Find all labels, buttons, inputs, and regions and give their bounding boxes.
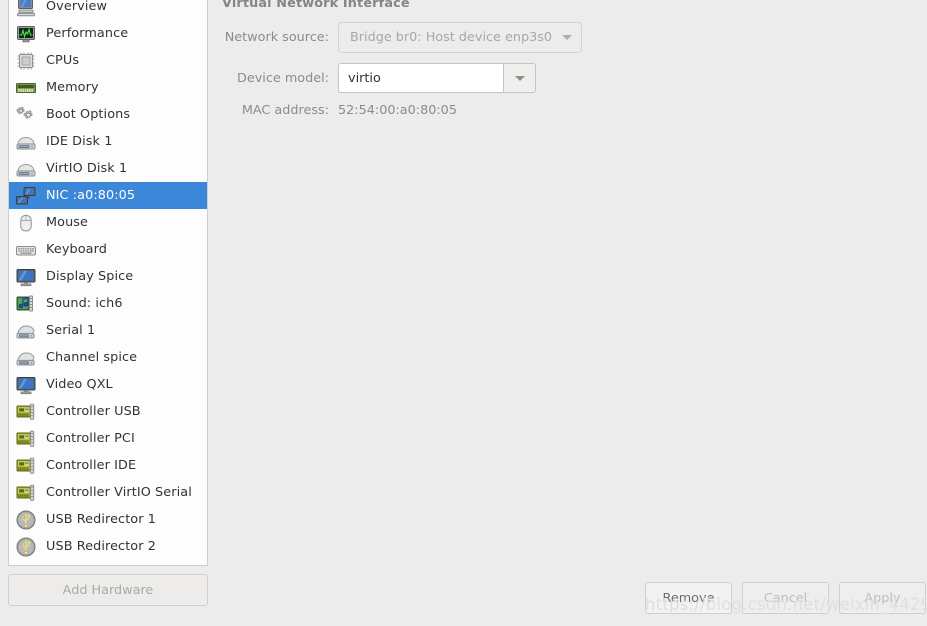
device-model-row: Device model: virtio bbox=[218, 63, 536, 93]
chevron-down-icon bbox=[562, 35, 572, 40]
sidebar-item-label: Display Spice bbox=[46, 269, 134, 284]
sidebar-item-performance[interactable]: Performance bbox=[9, 20, 207, 47]
network-source-value: Bridge br0: Host device enp3s0 bbox=[350, 30, 553, 45]
performance-icon bbox=[15, 23, 37, 45]
sidebar-item-label: VirtIO Disk 1 bbox=[46, 161, 128, 176]
sidebar-item-memory[interactable]: Memory bbox=[9, 74, 207, 101]
controller-card-icon bbox=[15, 428, 37, 450]
sidebar-item-label: Memory bbox=[46, 80, 99, 95]
network-source-combobox[interactable]: Bridge br0: Host device enp3s0 bbox=[338, 22, 582, 53]
sidebar-item-label: CPUs bbox=[46, 53, 80, 68]
network-icon bbox=[15, 185, 37, 207]
display-icon bbox=[15, 266, 37, 288]
sidebar-item-label: Mouse bbox=[46, 215, 89, 230]
chevron-down-icon bbox=[514, 75, 525, 81]
sidebar-item-keyboard[interactable]: Keyboard bbox=[9, 236, 207, 263]
usb-icon bbox=[15, 509, 37, 531]
cancel-button[interactable]: Cancel bbox=[742, 582, 829, 614]
sidebar-item-label: Video QXL bbox=[46, 377, 113, 392]
device-model-combobox[interactable]: virtio bbox=[338, 63, 536, 93]
device-model-dropdown-button[interactable] bbox=[503, 63, 536, 93]
sidebar-item-nic-a0-80-05[interactable]: NIC :a0:80:05 bbox=[9, 182, 207, 209]
harddisk-icon bbox=[15, 158, 37, 180]
display-icon bbox=[15, 374, 37, 396]
sidebar-item-virtio-disk-1[interactable]: VirtIO Disk 1 bbox=[9, 155, 207, 182]
sound-icon bbox=[15, 293, 37, 315]
hardware-list[interactable]: Overview Performance CPUs Memory Boot Op… bbox=[8, 0, 208, 566]
remove-button[interactable]: Remove bbox=[645, 582, 732, 614]
serial-icon bbox=[15, 320, 37, 342]
sidebar-item-controller-pci[interactable]: Controller PCI bbox=[9, 425, 207, 452]
sidebar-item-overview[interactable]: Overview bbox=[9, 0, 207, 20]
hardware-details-window: Overview Performance CPUs Memory Boot Op… bbox=[0, 0, 927, 626]
sidebar-item-label: Boot Options bbox=[46, 107, 131, 122]
sidebar-item-label: Controller USB bbox=[46, 404, 141, 419]
sidebar-item-label: Serial 1 bbox=[46, 323, 96, 338]
cpu-icon bbox=[15, 50, 37, 72]
sidebar-item-controller-usb[interactable]: Controller USB bbox=[9, 398, 207, 425]
sidebar-item-label: Overview bbox=[46, 0, 108, 14]
device-model-input[interactable]: virtio bbox=[338, 63, 503, 93]
sidebar-item-label: IDE Disk 1 bbox=[46, 134, 113, 149]
sidebar-item-label: Channel spice bbox=[46, 350, 138, 365]
sidebar-item-label: USB Redirector 1 bbox=[46, 512, 157, 527]
memory-icon bbox=[15, 77, 37, 99]
sidebar-item-sound-ich6[interactable]: Sound: ich6 bbox=[9, 290, 207, 317]
sidebar-item-usb-redirector-1[interactable]: USB Redirector 1 bbox=[9, 506, 207, 533]
sidebar-item-label: Performance bbox=[46, 26, 129, 41]
sidebar-item-ide-disk-1[interactable]: IDE Disk 1 bbox=[9, 128, 207, 155]
controller-card-icon bbox=[15, 482, 37, 504]
sidebar-item-display-spice[interactable]: Display Spice bbox=[9, 263, 207, 290]
mac-address-label: MAC address: bbox=[241, 103, 329, 118]
sidebar-item-label: Controller VirtIO Serial bbox=[46, 485, 192, 500]
sidebar-item-label: Keyboard bbox=[46, 242, 107, 257]
sidebar-item-label: NIC :a0:80:05 bbox=[46, 188, 136, 203]
sidebar-item-serial-1[interactable]: Serial 1 bbox=[9, 317, 207, 344]
usb-icon bbox=[15, 536, 37, 558]
mouse-icon bbox=[15, 212, 37, 234]
network-source-label: Network source: bbox=[224, 30, 329, 45]
sidebar-item-controller-virtio-serial[interactable]: Controller VirtIO Serial bbox=[9, 479, 207, 506]
sidebar-item-label: USB Redirector 2 bbox=[46, 539, 157, 554]
hardware-sidebar: Overview Performance CPUs Memory Boot Op… bbox=[8, 0, 208, 606]
add-hardware-button[interactable]: Add Hardware bbox=[8, 574, 208, 606]
sidebar-item-channel-spice[interactable]: Channel spice bbox=[9, 344, 207, 371]
sidebar-item-label: Controller IDE bbox=[46, 458, 137, 473]
controller-card-icon bbox=[15, 401, 37, 423]
sidebar-item-label: Controller PCI bbox=[46, 431, 135, 446]
mac-address-value: 52:54:00:a0:80:05 bbox=[338, 103, 457, 118]
sidebar-item-video-qxl[interactable]: Video QXL bbox=[9, 371, 207, 398]
serial-icon bbox=[15, 347, 37, 369]
sidebar-item-mouse[interactable]: Mouse bbox=[9, 209, 207, 236]
sidebar-item-cpus[interactable]: CPUs bbox=[9, 47, 207, 74]
sidebar-item-boot-options[interactable]: Boot Options bbox=[9, 101, 207, 128]
device-model-label: Device model: bbox=[237, 70, 329, 86]
sidebar-item-usb-redirector-2[interactable]: USB Redirector 2 bbox=[9, 533, 207, 560]
gears-icon bbox=[15, 104, 37, 126]
computer-icon bbox=[15, 0, 37, 18]
harddisk-icon bbox=[15, 131, 37, 153]
mac-address-row: MAC address: 52:54:00:a0:80:05 bbox=[218, 103, 457, 118]
page-title: Virtual Network Interface bbox=[222, 0, 410, 11]
sidebar-item-label: Sound: ich6 bbox=[46, 296, 123, 311]
details-panel: Virtual Network Interface Network source… bbox=[218, 0, 927, 626]
sidebar-item-controller-ide[interactable]: Controller IDE bbox=[9, 452, 207, 479]
controller-card-icon bbox=[15, 455, 37, 477]
keyboard-icon bbox=[15, 239, 37, 261]
apply-button[interactable]: Apply bbox=[839, 582, 926, 614]
network-source-row: Network source: Bridge br0: Host device … bbox=[218, 22, 582, 53]
